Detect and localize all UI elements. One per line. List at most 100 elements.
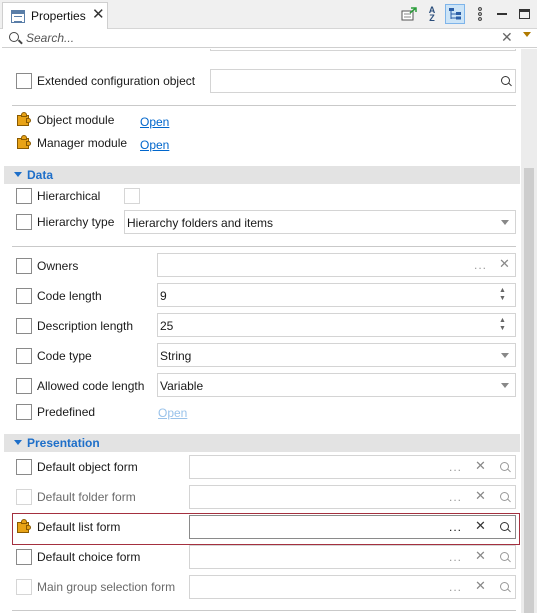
object-module-label: Object module	[37, 113, 115, 127]
spinner-arrows-icon[interactable]: ▲ ▼	[499, 287, 506, 303]
divider	[12, 105, 516, 106]
predefined-open-link[interactable]: Open	[158, 406, 187, 420]
clear-icon[interactable]: ✕	[475, 548, 486, 564]
owners-row: Owners ... ✕	[0, 252, 521, 280]
module-puzzle-icon	[16, 135, 32, 151]
owners-field[interactable]: ... ✕	[157, 253, 516, 277]
allowed-code-length-row: Allowed code length Variable	[0, 372, 521, 400]
predefined-label: Predefined	[37, 405, 96, 419]
allowed-code-length-checkbox[interactable]	[16, 378, 32, 394]
owners-checkbox[interactable]	[16, 258, 32, 274]
chevron-down-icon[interactable]	[501, 353, 509, 358]
predefined-checkbox[interactable]	[16, 404, 32, 420]
search-input[interactable]	[26, 30, 466, 46]
code-length-row: Code length 9 ▲ ▼	[0, 282, 521, 310]
clear-search-icon[interactable]: ✕	[501, 29, 513, 46]
close-icon[interactable]: ✕	[92, 7, 105, 23]
scrollbar-thumb[interactable]	[524, 168, 534, 613]
extended-config-checkbox[interactable]	[16, 73, 32, 89]
search-icon[interactable]	[500, 462, 509, 471]
divider	[12, 246, 516, 247]
extended-config-label: Extended configuration object	[37, 74, 196, 88]
code-type-label: Code type	[37, 349, 92, 363]
default-choice-form-field[interactable]: ... ✕	[189, 545, 516, 569]
manager-module-open-link[interactable]: Open	[140, 138, 169, 152]
main-group-selection-form-label: Main group selection form	[37, 580, 176, 594]
ellipsis-button[interactable]: ...	[474, 258, 487, 272]
search-icon[interactable]	[500, 552, 509, 561]
ellipsis-button[interactable]: ...	[449, 550, 462, 564]
hierarchical-value-checkbox[interactable]	[124, 188, 140, 204]
search-icon[interactable]	[500, 492, 509, 501]
main-group-selection-form-checkbox[interactable]	[16, 579, 32, 595]
clear-icon[interactable]: ✕	[499, 256, 510, 272]
search-icon[interactable]	[500, 582, 509, 591]
description-length-checkbox[interactable]	[16, 318, 32, 334]
hierarchy-type-select[interactable]: Hierarchy folders and items	[124, 210, 516, 234]
hierarchy-type-label: Hierarchy type	[37, 215, 115, 229]
maximize-icon[interactable]	[514, 4, 534, 24]
code-type-checkbox[interactable]	[16, 348, 32, 364]
ellipsis-button[interactable]: ...	[449, 490, 462, 504]
view-menu-icon[interactable]	[470, 4, 490, 24]
predefined-row: Predefined Open	[0, 402, 521, 424]
owners-label: Owners	[37, 259, 79, 273]
default-choice-form-label: Default choice form	[37, 550, 141, 564]
default-folder-form-row: Default folder form ... ✕	[0, 484, 521, 512]
default-list-form-field[interactable]: ... ✕	[189, 515, 516, 539]
hierarchy-type-checkbox[interactable]	[16, 214, 32, 230]
search-icon[interactable]	[501, 76, 510, 85]
tab-properties[interactable]: Properties ✕	[2, 2, 108, 29]
default-choice-form-checkbox[interactable]	[16, 549, 32, 565]
extended-config-field[interactable]	[210, 69, 516, 93]
default-object-form-row: Default object form ... ✕	[0, 454, 521, 482]
description-length-row: Description length 25 ▲ ▼	[0, 312, 521, 340]
expand-triangle-icon	[14, 172, 22, 177]
allowed-code-length-label: Allowed code length	[37, 379, 145, 393]
tree-view-icon[interactable]	[445, 4, 465, 24]
divider	[12, 610, 516, 611]
allowed-code-length-select[interactable]: Variable	[157, 373, 516, 397]
default-folder-form-field[interactable]: ... ✕	[189, 485, 516, 509]
default-object-form-checkbox[interactable]	[16, 459, 32, 475]
default-object-form-field[interactable]: ... ✕	[189, 455, 516, 479]
allowed-code-length-value: Variable	[160, 379, 204, 393]
object-module-open-link[interactable]: Open	[140, 115, 169, 129]
code-length-input[interactable]: 9 ▲ ▼	[157, 283, 516, 307]
section-data-header[interactable]: Data	[4, 166, 520, 184]
vertical-scrollbar[interactable]	[521, 49, 537, 613]
clear-icon[interactable]: ✕	[475, 488, 486, 504]
section-presentation-header[interactable]: Presentation	[4, 434, 520, 452]
clear-icon[interactable]: ✕	[475, 518, 486, 534]
code-length-checkbox[interactable]	[16, 288, 32, 304]
note-icon[interactable]	[399, 4, 419, 24]
clear-icon[interactable]: ✕	[475, 458, 486, 474]
view-titlebar: Properties ✕ A Z	[0, 0, 537, 29]
ellipsis-button[interactable]: ...	[449, 460, 462, 474]
minimize-icon[interactable]	[492, 4, 512, 24]
default-folder-form-checkbox[interactable]	[16, 489, 32, 505]
expand-triangle-icon	[14, 440, 22, 445]
ellipsis-button[interactable]: ...	[449, 580, 462, 594]
partial-row	[0, 49, 521, 55]
description-length-input[interactable]: 25 ▲ ▼	[157, 313, 516, 337]
hierarchical-checkbox[interactable]	[16, 188, 32, 204]
spinner-arrows-icon[interactable]: ▲ ▼	[499, 317, 506, 333]
sort-az-icon[interactable]: A Z	[422, 4, 442, 24]
section-data-title: Data	[27, 168, 54, 182]
main-group-selection-form-field[interactable]: ... ✕	[189, 575, 516, 599]
chevron-down-icon[interactable]	[501, 220, 509, 225]
ellipsis-button[interactable]: ...	[449, 520, 462, 534]
chevron-down-icon[interactable]	[501, 383, 509, 388]
search-options-dropdown-icon[interactable]	[523, 32, 531, 37]
search-icon[interactable]	[500, 522, 509, 531]
description-length-value: 25	[160, 319, 174, 333]
code-type-select[interactable]: String	[157, 343, 516, 367]
hierarchical-row: Hierarchical	[0, 186, 521, 208]
module-puzzle-icon	[16, 519, 32, 535]
clear-icon[interactable]: ✕	[475, 578, 486, 594]
code-length-value: 9	[160, 289, 167, 303]
sort-bottom-letter: Z	[429, 13, 435, 23]
manager-module-label: Manager module	[37, 136, 128, 150]
hierarchy-type-value: Hierarchy folders and items	[127, 216, 274, 230]
